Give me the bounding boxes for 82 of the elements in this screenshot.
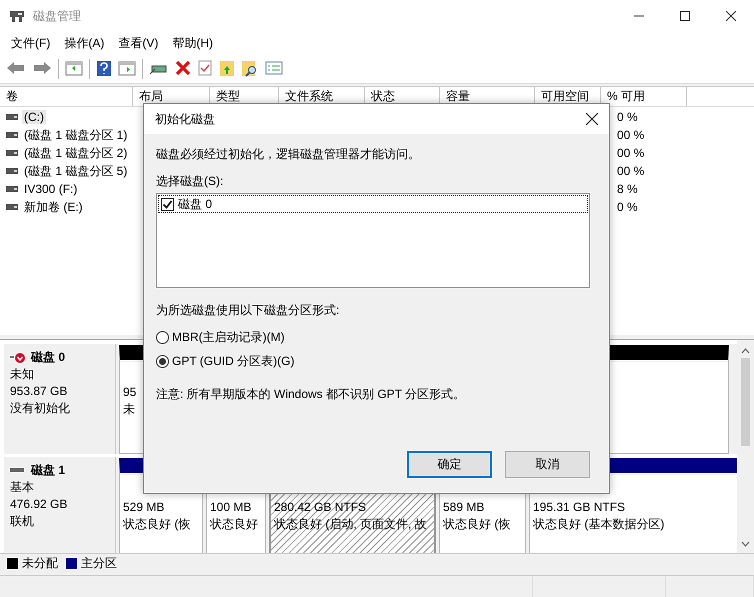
menu-item[interactable]: 帮助(H) — [165, 34, 220, 52]
back-arrow-icon — [6, 60, 26, 77]
volume-name[interactable]: 新加卷 (E:) — [22, 198, 85, 216]
radio-button[interactable] — [156, 354, 169, 368]
partition-text: 状态良好 — [210, 516, 258, 533]
drive-icon — [6, 204, 18, 210]
partition-text: 195.31 GB NTFS — [533, 499, 626, 516]
column-header[interactable]: 卷 — [0, 87, 133, 106]
disk-detail: 没有初始化 — [10, 400, 71, 417]
drive-icon — [6, 168, 18, 174]
maximize-icon — [680, 11, 690, 21]
radio-button[interactable] — [156, 330, 169, 344]
volume-name[interactable]: (磁盘 1 磁盘分区 5) — [22, 162, 130, 180]
folder-search-icon — [241, 60, 259, 77]
menu-item[interactable]: 操作(A) — [57, 34, 112, 52]
table-cell: 00 % — [617, 146, 644, 160]
volume-name[interactable]: (C:) — [22, 110, 46, 124]
cancel-button[interactable]: 取消 — [505, 451, 590, 478]
help-icon — [96, 60, 112, 77]
dialog-message: 磁盘必须经过初始化，逻辑磁盘管理器才能访问。 — [156, 146, 421, 162]
disk-info-panel[interactable]: 磁盘 1 基本 476.92 GB 联机 — [4, 457, 116, 553]
disk-info-panel[interactable]: 磁盘 0 未知 953.87 GB 没有初始化 — [4, 344, 116, 454]
disk-detail: 476.92 GB — [10, 496, 68, 513]
disk-name: 磁盘 1 — [31, 462, 66, 478]
volume-name[interactable]: (磁盘 1 磁盘分区 1) — [22, 126, 130, 144]
partition-text: 状态良好 (启动, 页面文件, 故 — [274, 516, 427, 533]
drive-icon — [6, 186, 18, 192]
partition-text: 状态良好 (恢 — [123, 516, 190, 533]
delete-icon — [175, 60, 191, 77]
volume-name[interactable]: (磁盘 1 磁盘分区 2) — [22, 144, 130, 162]
partition-text: 状态良好 (恢 — [443, 516, 510, 533]
menu-item[interactable]: 文件(F) — [4, 34, 58, 52]
properties-icon — [265, 60, 283, 77]
disk-icon — [9, 9, 25, 23]
note-text: 注意: 所有早期版本的 Windows 都不识别 GPT 分区形式。 — [156, 386, 466, 402]
menu-item[interactable]: 查看(V) — [111, 34, 166, 52]
panel-icon — [118, 60, 136, 77]
partition-text: 529 MB — [123, 499, 164, 516]
table-cell: 8 % — [617, 182, 638, 196]
warning-icon — [10, 352, 26, 362]
disk-list[interactable]: 磁盘 0 — [156, 193, 590, 288]
close-icon — [586, 113, 598, 125]
checkmark-icon — [162, 198, 173, 210]
partition-text: 未 — [123, 401, 135, 418]
panel-icon — [65, 60, 83, 77]
partition-text: 95 — [123, 384, 136, 401]
partition-text: 589 MB — [443, 499, 484, 516]
drive-icon — [6, 114, 18, 120]
scroll-up-icon — [741, 348, 750, 354]
partition-text: 状态良好 (基本数据分区) — [533, 516, 664, 533]
table-cell: 00 % — [617, 164, 644, 178]
list-item[interactable]: 磁盘 0 — [176, 196, 214, 212]
table-cell: 0 % — [617, 200, 638, 214]
window-title: 磁盘管理 — [33, 8, 81, 24]
table-cell: 0 % — [617, 110, 638, 124]
scroll-down-icon — [741, 541, 750, 547]
field-label: 选择磁盘(S): — [156, 173, 224, 189]
disk-detail: 953.87 GB — [10, 383, 68, 400]
legend-label: 主分区 — [81, 555, 117, 572]
drive-icon — [6, 150, 18, 156]
disk-detail: 未知 — [10, 366, 35, 383]
forward-arrow-icon — [32, 60, 52, 77]
dialog-title: 初始化磁盘 — [155, 110, 215, 128]
scrollbar[interactable] — [737, 340, 754, 553]
partition-text: 280.42 GB NTFS — [274, 499, 366, 516]
disk-detail: 联机 — [10, 513, 35, 530]
checklist-icon — [197, 60, 213, 77]
table-cell: 00 % — [617, 128, 644, 142]
radio-label[interactable]: MBR(主启动记录)(M) — [172, 328, 285, 346]
drive-icon — [6, 132, 18, 138]
scroll-thumb[interactable] — [741, 358, 750, 446]
radio-label[interactable]: GPT (GUID 分区表)(G) — [172, 352, 294, 370]
ok-button[interactable]: 确定 — [407, 451, 492, 478]
partition-text: 100 MB — [210, 499, 252, 516]
volume-name[interactable]: IV300 (F:) — [22, 182, 80, 196]
folder-up-icon — [219, 60, 235, 77]
disk-name: 磁盘 0 — [31, 348, 66, 366]
close-icon — [726, 11, 736, 21]
field-label: 为所选磁盘使用以下磁盘分区形式: — [156, 302, 340, 318]
disk-detail: 基本 — [10, 479, 35, 496]
checkbox[interactable] — [161, 198, 174, 210]
legend-label: 未分配 — [22, 555, 58, 572]
